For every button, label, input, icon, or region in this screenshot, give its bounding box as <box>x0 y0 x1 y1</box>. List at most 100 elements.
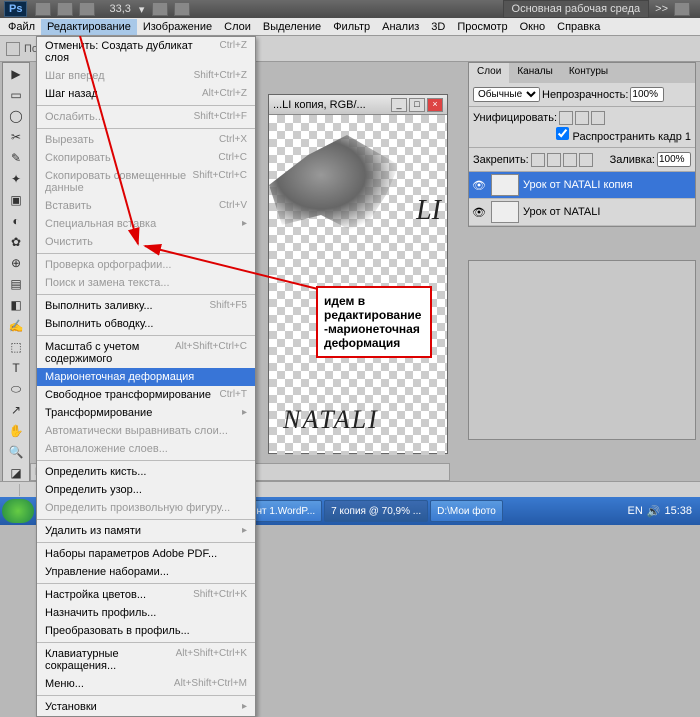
fill-input[interactable] <box>657 152 691 167</box>
document-title: ...LI копия, RGB/... <box>273 99 366 111</box>
tool-12[interactable]: ✍ <box>4 316 28 336</box>
menu-item: Автоналожение слоев... <box>37 440 255 458</box>
menu-item[interactable]: Меню...Alt+Shift+Ctrl+M <box>37 675 255 693</box>
tool-17[interactable]: ✋ <box>4 421 28 441</box>
chevrons-icon[interactable]: >> <box>655 3 668 15</box>
view-icon[interactable] <box>79 2 95 16</box>
tool-18[interactable]: 🔍 <box>4 442 28 462</box>
unify-icon-1[interactable] <box>559 111 573 125</box>
layer-row[interactable]: 👁 Урок от NATALI <box>469 199 695 226</box>
canvas-text-2: NATALI <box>283 405 379 435</box>
tool-15[interactable]: ⬭ <box>4 379 28 399</box>
layer-name: Урок от NATALI <box>523 206 600 218</box>
menu-image[interactable]: Изображение <box>137 19 218 35</box>
menu-window[interactable]: Окно <box>514 19 552 35</box>
menu-item[interactable]: Свободное трансформированиеCtrl+T <box>37 386 255 404</box>
close-button[interactable]: × <box>427 98 443 112</box>
tool-11[interactable]: ◧ <box>4 295 28 315</box>
menu-item[interactable]: Назначить профиль... <box>37 604 255 622</box>
maximize-button[interactable]: □ <box>409 98 425 112</box>
menu-select[interactable]: Выделение <box>257 19 327 35</box>
menu-analysis[interactable]: Анализ <box>376 19 425 35</box>
opacity-input[interactable] <box>630 87 664 102</box>
tool-2[interactable]: ◯ <box>4 106 28 126</box>
menu-item[interactable]: Установки ▸ <box>37 698 255 716</box>
menu-item[interactable]: Марионеточная деформация <box>37 368 255 386</box>
tray-clock[interactable]: 15:38 <box>664 505 692 517</box>
tool-8[interactable]: ✿ <box>4 232 28 252</box>
document-canvas[interactable]: LI NATALI <box>269 115 447 455</box>
tool-3[interactable]: ✂ <box>4 127 28 147</box>
menu-item[interactable]: Управление наборами... <box>37 563 255 581</box>
canvas-text-1: LI <box>416 195 441 227</box>
tool-1[interactable]: ▭ <box>4 85 28 105</box>
propagate-checkbox[interactable] <box>556 127 569 140</box>
lock-icon-2[interactable] <box>547 153 561 167</box>
blend-mode-select[interactable]: Обычные <box>473 87 540 102</box>
unify-icon-2[interactable] <box>575 111 589 125</box>
menu-edit[interactable]: Редактирование <box>41 19 137 35</box>
system-tray[interactable]: EN 🔊 15:38 <box>621 505 698 518</box>
menu-item[interactable]: Клавиатурные сокращения...Alt+Shift+Ctrl… <box>37 645 255 675</box>
cslive-icon[interactable] <box>674 2 690 16</box>
app-logo: Ps <box>4 1 27 17</box>
menu-item[interactable]: Выполнить заливку...Shift+F5 <box>37 297 255 315</box>
tool-5[interactable]: ✦ <box>4 169 28 189</box>
tool-14[interactable]: T <box>4 358 28 378</box>
zoom-dropdown-icon[interactable]: ▾ <box>139 3 145 16</box>
menu-view[interactable]: Просмотр <box>451 19 513 35</box>
visibility-icon[interactable]: 👁 <box>471 206 487 219</box>
tool-13[interactable]: ⬚ <box>4 337 28 357</box>
menu-item[interactable]: Настройка цветов...Shift+Ctrl+K <box>37 586 255 604</box>
tab-paths[interactable]: Контуры <box>561 63 616 83</box>
zoom-value[interactable]: 33,3 <box>109 3 130 15</box>
menu-item[interactable]: Определить кисть... <box>37 463 255 481</box>
menu-item[interactable]: Преобразовать в профиль... <box>37 622 255 640</box>
tool-6[interactable]: ▣ <box>4 190 28 210</box>
unify-icon-3[interactable] <box>591 111 605 125</box>
menu-item[interactable]: Определить узор... <box>37 481 255 499</box>
fill-label: Заливка: <box>610 154 655 166</box>
menu-item[interactable]: Трансформирование ▸ <box>37 404 255 422</box>
menu-help[interactable]: Справка <box>551 19 606 35</box>
tab-layers[interactable]: Слои <box>469 63 509 83</box>
workspace-selector[interactable]: Основная рабочая среда <box>503 0 650 18</box>
tool-4[interactable]: ✎ <box>4 148 28 168</box>
tool-preset-icon[interactable] <box>6 42 20 56</box>
start-button[interactable] <box>2 499 34 523</box>
tool-9[interactable]: ⊕ <box>4 253 28 273</box>
menu-filter[interactable]: Фильтр <box>327 19 376 35</box>
menu-item[interactable]: Наборы параметров Adobe PDF... <box>37 545 255 563</box>
lock-icon-3[interactable] <box>563 153 577 167</box>
screen-mode-icon[interactable] <box>174 2 190 16</box>
menu-layer[interactable]: Слои <box>218 19 257 35</box>
taskbar-button[interactable]: D:\Мои фото <box>430 500 503 522</box>
arrange-icon[interactable] <box>152 2 168 16</box>
menu-item[interactable]: Выполнить обводку... <box>37 315 255 333</box>
menu-file[interactable]: Файл <box>2 19 41 35</box>
side-panels-collapsed[interactable] <box>468 260 696 440</box>
tool-10[interactable]: ▤ <box>4 274 28 294</box>
tab-channels[interactable]: Каналы <box>509 63 561 83</box>
bridge-icon[interactable] <box>35 2 51 16</box>
taskbar-button[interactable]: 7 копия @ 70,9% ... <box>324 500 428 522</box>
minibridge-icon[interactable] <box>57 2 73 16</box>
visibility-icon[interactable]: 👁 <box>471 179 487 192</box>
layer-name: Урок от NATALI копия <box>523 179 633 191</box>
document-titlebar[interactable]: ...LI копия, RGB/... _ □ × <box>269 95 447 115</box>
tool-19[interactable]: ◪ <box>4 463 28 483</box>
tool-0[interactable]: ▶ <box>4 64 28 84</box>
menu-item[interactable]: Отменить: Создать дубликат слояCtrl+Z <box>37 37 255 67</box>
tray-lang[interactable]: EN <box>627 505 642 517</box>
menu-3d[interactable]: 3D <box>425 19 451 35</box>
menu-item[interactable]: Шаг назадAlt+Ctrl+Z <box>37 85 255 103</box>
tray-icon-1[interactable]: 🔊 <box>647 505 661 518</box>
edit-dropdown: Отменить: Создать дубликат слояCtrl+Z Шаг… <box>36 36 256 717</box>
lock-icon-4[interactable] <box>579 153 593 167</box>
tool-16[interactable]: ↗ <box>4 400 28 420</box>
menu-item[interactable]: Масштаб с учетом содержимогоAlt+Shift+Ct… <box>37 338 255 368</box>
lock-icon-1[interactable] <box>531 153 545 167</box>
tool-7[interactable]: ◐ <box>4 211 28 231</box>
minimize-button[interactable]: _ <box>391 98 407 112</box>
layer-row[interactable]: 👁 Урок от NATALI копия <box>469 172 695 199</box>
